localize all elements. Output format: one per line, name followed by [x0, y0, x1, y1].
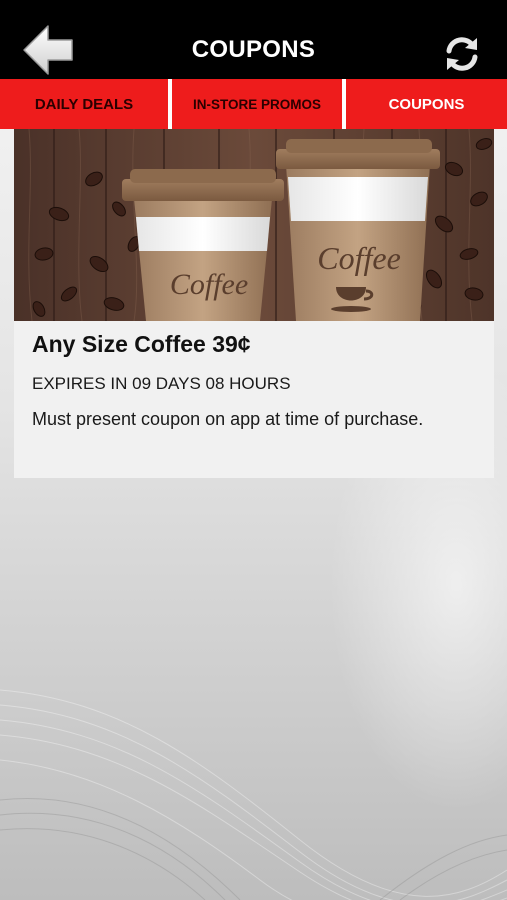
- svg-text:Coffee: Coffee: [317, 240, 401, 276]
- coupon-description: Must present coupon on app at time of pu…: [32, 409, 424, 429]
- back-button[interactable]: [22, 24, 76, 76]
- coupon-card[interactable]: Coffee Coffee Any Size Coffee 39¢ EXPIRE…: [14, 129, 494, 478]
- header-bar: COUPONS: [0, 0, 507, 79]
- tab-label: IN-STORE PROMOS: [192, 96, 321, 112]
- tab-bar: DAILY DEALS IN-STORE PROMOS COUPONS: [0, 79, 507, 129]
- tab-in-store-promos[interactable]: IN-STORE PROMOS: [172, 79, 342, 129]
- tab-label: DAILY DEALS: [34, 95, 134, 113]
- tab-coupons[interactable]: COUPONS: [346, 79, 507, 129]
- coffee-cup-right: Coffee: [276, 139, 440, 321]
- refresh-button[interactable]: [441, 34, 483, 74]
- coupon-expiry: EXPIRES IN 09 DAYS 08 HOURS: [32, 374, 291, 393]
- back-arrow-icon: [23, 25, 73, 75]
- refresh-icon: [446, 37, 478, 71]
- coupon-title: Any Size Coffee 39¢: [32, 331, 251, 357]
- coffee-cup-left: Coffee: [122, 169, 284, 321]
- svg-text:Coffee: Coffee: [170, 268, 248, 301]
- coupon-image: Coffee Coffee: [14, 129, 494, 321]
- tab-daily-deals[interactable]: DAILY DEALS: [0, 79, 168, 129]
- coffee-cups-illustration: Coffee Coffee: [14, 129, 494, 321]
- tab-label: COUPONS: [388, 95, 465, 113]
